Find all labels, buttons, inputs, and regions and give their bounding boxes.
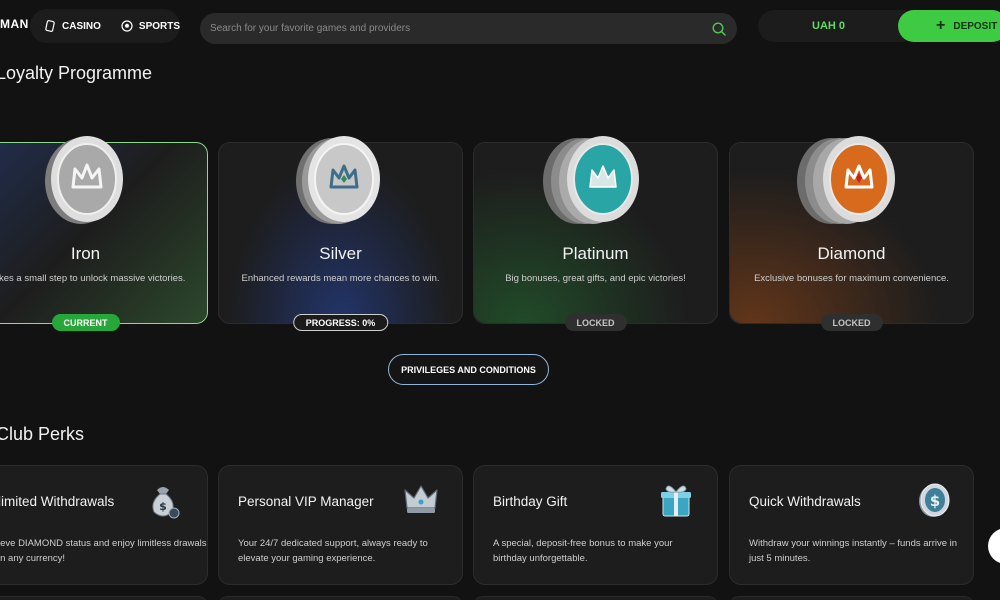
tab-casino[interactable]: CASINO	[36, 13, 109, 39]
iron-coin-icon	[44, 136, 123, 224]
balance-display[interactable]: UAH 0	[758, 10, 918, 42]
loyalty-card-silver[interactable]: Silver Enhanced rewards mean more chance…	[218, 136, 463, 331]
loyalty-card-platinum[interactable]: Platinum Big bonuses, great gifts, and e…	[473, 136, 718, 331]
loyalty-card-name: Iron	[70, 244, 101, 263]
status-badge: PROGRESS: 0%	[292, 314, 389, 331]
perk-card-birthday-gift: Birthday Gift A special, deposit-free bo…	[473, 465, 718, 585]
site-logo[interactable]: MAN	[0, 17, 29, 31]
silver-coin-icon	[295, 136, 380, 224]
deposit-button[interactable]: + DEPOSIT	[898, 10, 1000, 42]
svg-text:$: $	[930, 492, 940, 510]
dollar-coin-icon: $	[919, 483, 950, 517]
diamond-coin-icon	[796, 136, 895, 224]
perks-title: Club Perks	[0, 424, 85, 444]
perk-desc: ieve DIAMOND status and enjoy limitless …	[0, 538, 207, 564]
loyalty-card-name: Diamond	[817, 244, 886, 263]
sports-ball-icon	[121, 20, 133, 32]
nav-tabs: CASINO SPORTS	[30, 9, 180, 43]
perk-card-unlimited-withdrawals: limited Withdrawals ieve DIAMOND status …	[0, 465, 208, 585]
loyalty-card-diamond[interactable]: Diamond Exclusive bonuses for maximum co…	[729, 136, 974, 331]
loyalty-card-desc: Big bonuses, great gifts, and epic victo…	[505, 273, 686, 284]
perk-desc: Your 24/7 dedicated support, always read…	[238, 538, 428, 564]
deposit-label: DEPOSIT	[953, 20, 998, 32]
crown-icon	[404, 485, 438, 513]
privileges-conditions-button[interactable]: PRIVILEGES AND CONDITIONS	[388, 354, 549, 385]
loyalty-title: Loyalty Programme	[0, 63, 153, 83]
perk-card-quick-withdrawals: Quick Withdrawals Withdraw your winnings…	[729, 465, 974, 585]
search-input[interactable]	[210, 23, 711, 34]
loyalty-card-name: Silver	[319, 244, 362, 263]
plus-icon: +	[936, 17, 946, 34]
perk-title: Quick Withdrawals	[749, 494, 861, 509]
chat-widget-button[interactable]	[988, 528, 1000, 564]
loyalty-card-desc: Enhanced rewards mean more chances to wi…	[241, 273, 440, 284]
tab-casino-label: CASINO	[62, 20, 101, 32]
perk-title: Birthday Gift	[493, 494, 568, 509]
status-badge: CURRENT	[51, 314, 120, 331]
loyalty-card-iron[interactable]: Iron kes a small step to unlock massive …	[0, 136, 208, 331]
top-header: MAN CASINO SPORTS UAH 0 + DEPOSIT	[0, 0, 1000, 56]
tab-sports[interactable]: SPORTS	[113, 13, 188, 39]
svg-text:$: $	[159, 500, 167, 513]
perk-card-vip-manager: Personal VIP Manager Your 24/7 dedicated…	[218, 465, 463, 585]
gift-box-icon	[661, 485, 691, 517]
perk-desc: A special, deposit-free bonus to make yo…	[493, 538, 673, 564]
perk-title: Personal VIP Manager	[238, 494, 374, 509]
loyalty-card-name: Platinum	[562, 244, 629, 263]
perk-desc: Withdraw your winnings instantly – funds…	[749, 538, 958, 564]
money-bag-icon: $	[152, 487, 180, 519]
search-bar	[200, 13, 737, 44]
status-badge: LOCKED	[820, 314, 883, 331]
search-icon[interactable]	[711, 21, 727, 37]
loyalty-card-desc: Exclusive bonuses for maximum convenienc…	[754, 273, 949, 284]
casino-icon	[44, 20, 56, 32]
loyalty-card-desc: kes a small step to unlock massive victo…	[0, 273, 186, 284]
balance-amount: UAH 0	[812, 20, 846, 32]
perk-title: limited Withdrawals	[0, 494, 115, 509]
platinum-coin-icon	[542, 136, 639, 224]
tab-sports-label: SPORTS	[138, 20, 181, 32]
status-badge: LOCKED	[564, 314, 627, 331]
